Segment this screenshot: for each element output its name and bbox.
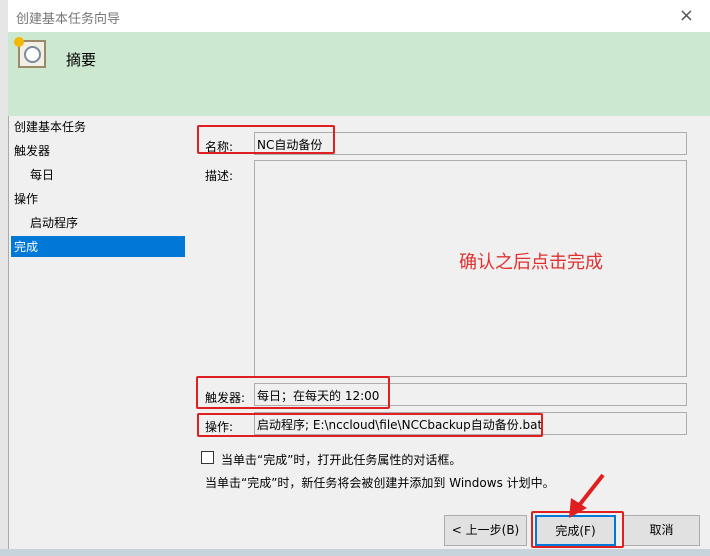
annotation-arrow-icon [569, 473, 605, 518]
info-text: 当单击“完成”时，新任务将会被创建并添加到 Windows 计划中。 [205, 476, 555, 490]
nav-item-action: 操作 [14, 192, 39, 206]
cancel-button[interactable]: 取消 [623, 515, 700, 546]
annotation-note: 确认之后点击完成 [459, 252, 603, 273]
back-button[interactable]: < 上一步(B) [444, 515, 527, 546]
sun-icon [14, 37, 24, 47]
annotation-box-action [197, 413, 543, 437]
close-icon[interactable]: × [679, 5, 694, 26]
nav-item-trigger: 触发器 [14, 144, 51, 158]
annotation-box-name [197, 125, 335, 154]
nav-item-start-program: 启动程序 [30, 216, 79, 230]
description-label: 描述: [205, 169, 234, 183]
taskbar-strip [0, 549, 710, 556]
window-title: 创建基本任务向导 [16, 12, 121, 27]
wizard-header [8, 32, 710, 116]
page-title: 摘要 [66, 51, 97, 69]
nav-item-daily: 每日 [30, 168, 55, 182]
nav-item-create-task: 创建基本任务 [14, 120, 87, 134]
open-properties-checkbox[interactable] [201, 451, 214, 464]
annotation-box-trigger [196, 376, 390, 409]
nav-item-finish: 完成 [11, 236, 185, 257]
open-properties-label[interactable]: 当单击“完成”时，打开此任务属性的对话框。 [221, 451, 461, 468]
